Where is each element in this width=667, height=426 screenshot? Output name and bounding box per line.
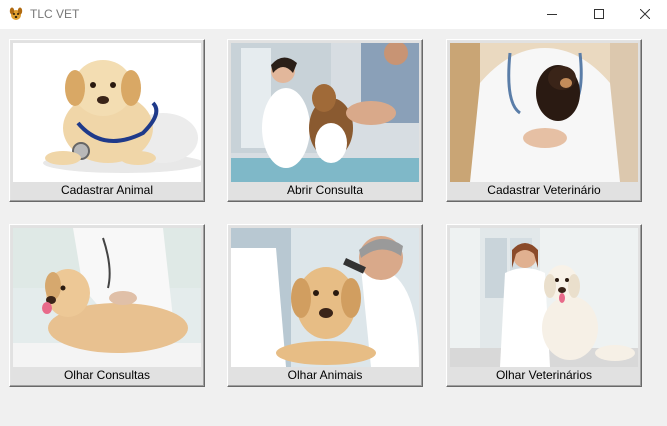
cadastrar-animal-label: Cadastrar Animal [60, 183, 154, 197]
close-button[interactable] [622, 0, 667, 29]
close-icon [640, 9, 650, 19]
vet-with-labrador-image [13, 228, 201, 367]
vet-holding-puppy-image [450, 43, 638, 182]
minimize-icon [547, 14, 557, 15]
cadastrar-veterinario-label: Cadastrar Veterinário [487, 183, 601, 197]
abrir-consulta-button[interactable]: Abrir Consulta [227, 39, 423, 202]
olhar-animais-button[interactable]: Olhar Animais [227, 224, 423, 387]
vet-examining-beagle-image [231, 43, 419, 182]
dog-app-icon [9, 7, 23, 20]
olhar-veterinarios-button[interactable]: Olhar Veterinários [446, 224, 642, 387]
vet-with-golden-retriever-image [450, 228, 638, 367]
olhar-consultas-label: Olhar Consultas [63, 368, 151, 382]
olhar-animais-label: Olhar Animais [287, 368, 363, 382]
vet-otoscope-labrador-image [231, 228, 419, 367]
title-bar: TLC VET [0, 0, 667, 29]
cadastrar-animal-button[interactable]: Cadastrar Animal [9, 39, 205, 202]
cadastrar-veterinario-button[interactable]: Cadastrar Veterinário [446, 39, 642, 202]
minimize-button[interactable] [529, 0, 575, 29]
olhar-consultas-button[interactable]: Olhar Consultas [9, 224, 205, 387]
maximize-icon [594, 9, 604, 19]
olhar-veterinarios-label: Olhar Veterinários [495, 368, 593, 382]
maximize-button[interactable] [576, 0, 622, 29]
window-title: TLC VET [30, 7, 80, 21]
puppy-with-stethoscope-image [13, 43, 201, 182]
abrir-consulta-label: Abrir Consulta [286, 183, 364, 197]
